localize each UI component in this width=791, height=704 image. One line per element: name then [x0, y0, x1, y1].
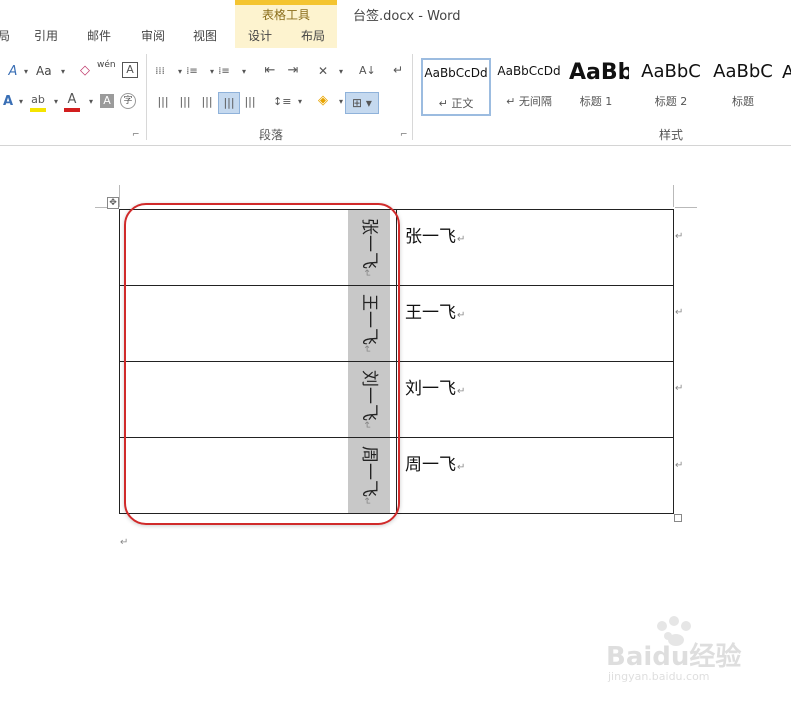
numbering-icon[interactable]: ⁞≡: [184, 64, 200, 80]
style-name: 标题 1: [579, 95, 613, 108]
align-left-icon[interactable]: |||: [155, 94, 171, 110]
highlight-annotation: [124, 203, 400, 525]
table-resize-handle[interactable]: [674, 514, 682, 522]
borders-icon[interactable]: ⊞ ▾: [345, 92, 379, 114]
row-end-mark: ↵: [675, 460, 684, 471]
table-cell[interactable]: 刘一飞↵: [396, 361, 674, 438]
watermark-url: jingyan.baidu.com: [608, 670, 710, 683]
tab-design[interactable]: 设计: [248, 27, 272, 44]
style-name: ↵ 无间隔: [506, 95, 552, 108]
style-sample: AaBb: [569, 60, 629, 85]
tab-view[interactable]: 视图: [193, 27, 217, 44]
justify-icon[interactable]: |||: [218, 92, 240, 114]
sort-icon[interactable]: A↓: [359, 63, 376, 79]
dropdown-arrow-icon[interactable]: ▾: [83, 94, 99, 110]
paragraph-group-label: 段落: [259, 128, 284, 142]
text-direction-icon[interactable]: ✕: [315, 63, 331, 79]
style-heading-2[interactable]: AaBbC 标题 2: [635, 58, 707, 112]
tab-layout[interactable]: 布局: [301, 27, 325, 44]
change-case-button[interactable]: Aa: [36, 64, 52, 78]
char-border-icon[interactable]: A: [122, 62, 138, 78]
crop-mark: [119, 185, 120, 207]
dropdown-arrow-icon[interactable]: ▾: [333, 64, 349, 80]
tab-partial[interactable]: 局: [0, 27, 10, 44]
style-heading-1[interactable]: AaBb 标题 1: [563, 58, 629, 112]
font-dialog-launcher-icon[interactable]: ⌐: [132, 130, 140, 140]
table-cell[interactable]: 张一飞↵: [396, 209, 674, 286]
dropdown-arrow-icon[interactable]: ▾: [13, 94, 29, 110]
char-shading-icon[interactable]: A: [100, 94, 114, 108]
baidu-watermark: Baidu经验 jingyan.baidu.com: [604, 610, 764, 690]
watermark-text: Baidu经验: [606, 642, 742, 672]
bullets-icon[interactable]: ⁞⁞⁞: [152, 64, 168, 80]
table-cell[interactable]: 王一飞↵: [396, 285, 674, 362]
align-right-icon[interactable]: |||: [199, 94, 215, 110]
style-normal[interactable]: AaBbCcDd ↵ 正文: [421, 58, 491, 116]
group-separator: [146, 54, 147, 140]
dropdown-arrow-icon[interactable]: ▾: [55, 64, 71, 80]
crop-mark: [675, 207, 697, 208]
style-sample: AaBbCcDd: [497, 64, 561, 78]
horizontal-name: 张一飞↵: [405, 227, 466, 247]
styles-group-label: 样式: [659, 128, 684, 142]
row-end-mark: ↵: [675, 383, 684, 394]
style-partial[interactable]: A: [782, 62, 791, 83]
distribute-icon[interactable]: |||: [242, 94, 258, 110]
ribbon: A ▾ Aa ▾ ◇ wén A A ▾ ab ▾ A ▾ A 字 ⌐ ⁞⁞⁞ …: [0, 48, 791, 146]
style-title[interactable]: AaBbC 标题: [707, 58, 779, 112]
font-color-icon[interactable]: A: [64, 92, 80, 108]
document-title: 台签.docx - Word: [353, 9, 461, 24]
multilevel-list-icon[interactable]: ⁞≡: [216, 64, 232, 80]
tab-review[interactable]: 审阅: [141, 27, 165, 44]
horizontal-name: 周一飞↵: [405, 455, 466, 475]
highlight-icon[interactable]: ab: [30, 92, 46, 108]
increase-indent-icon[interactable]: ⇥: [285, 63, 301, 79]
horizontal-name: 刘一飞↵: [405, 379, 466, 399]
style-sample: AaBbC: [641, 61, 701, 82]
decrease-indent-icon[interactable]: ⇤: [262, 63, 278, 79]
clear-format-icon[interactable]: ◇: [77, 63, 93, 79]
align-center-icon[interactable]: |||: [177, 94, 193, 110]
font-color-bar: [64, 108, 80, 112]
table-cell[interactable]: 周一飞↵: [396, 437, 674, 514]
highlight-color-bar: [30, 108, 46, 112]
style-name: 标题 2: [654, 95, 688, 108]
tab-references[interactable]: 引用: [34, 27, 58, 44]
paragraph-dialog-launcher-icon[interactable]: ⌐: [400, 130, 408, 140]
group-separator: [412, 54, 413, 140]
style-sample: AaBbC: [713, 61, 773, 82]
shading-icon[interactable]: ◈: [315, 93, 331, 109]
phonetic-guide-button[interactable]: wén: [97, 60, 116, 70]
tab-mailings[interactable]: 邮件: [87, 27, 111, 44]
show-marks-icon[interactable]: ↵: [390, 62, 406, 78]
crop-mark: [673, 185, 674, 207]
paragraph-mark: ↵: [120, 537, 129, 548]
dropdown-arrow-icon[interactable]: ▾: [18, 64, 34, 80]
row-end-mark: ↵: [675, 307, 684, 318]
title-bar: 表格工具 局 引用 邮件 审阅 视图 设计 布局 台签.docx - Word: [0, 0, 791, 48]
style-name: 标题: [732, 95, 754, 108]
style-name: ↵ 正文: [438, 97, 474, 110]
table-tools-accent: [235, 0, 337, 5]
style-no-spacing[interactable]: AaBbCcDd ↵ 无间隔: [493, 58, 565, 112]
dropdown-arrow-icon[interactable]: ▾: [236, 64, 252, 80]
table-move-handle-icon[interactable]: ✥: [107, 197, 119, 209]
line-spacing-icon[interactable]: ↕≡: [273, 94, 291, 110]
dropdown-arrow-icon[interactable]: ▾: [292, 94, 308, 110]
horizontal-name: 王一飞↵: [405, 303, 466, 323]
row-end-mark: ↵: [675, 231, 684, 242]
table-tools-label: 表格工具: [261, 8, 310, 22]
enclose-char-icon[interactable]: 字: [120, 93, 136, 109]
dropdown-arrow-icon[interactable]: ▾: [48, 94, 64, 110]
style-sample: AaBbCcDd: [424, 66, 488, 80]
